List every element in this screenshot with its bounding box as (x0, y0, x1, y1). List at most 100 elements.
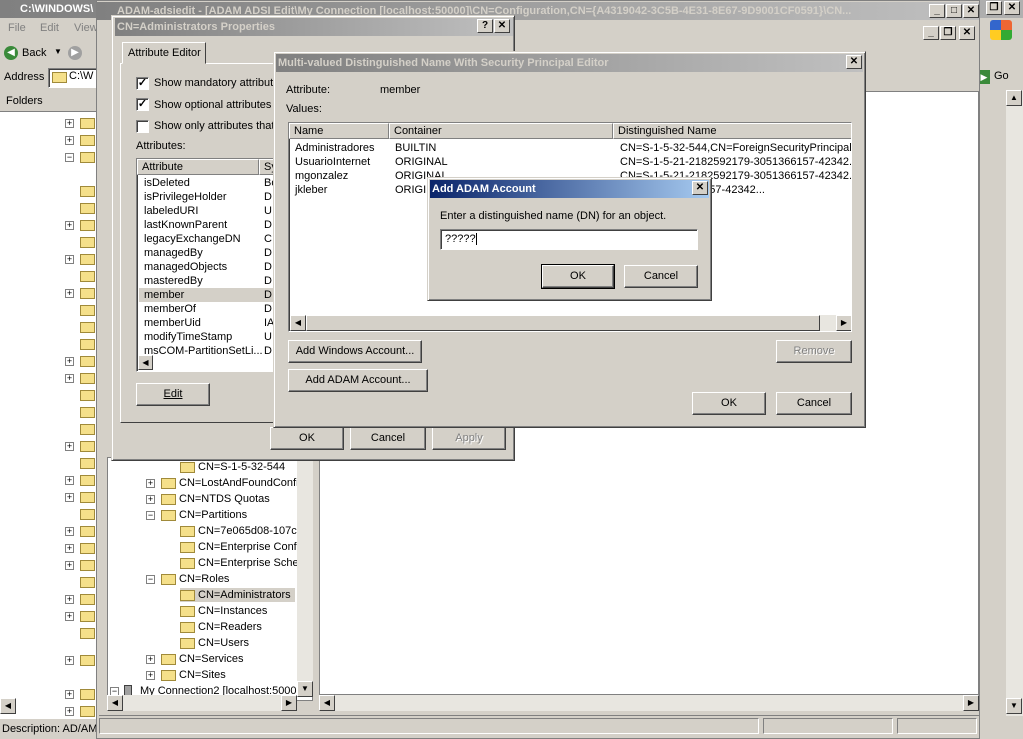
back-icon[interactable]: ◀ (4, 46, 18, 60)
adsiedit-maximize-button[interactable]: □ (946, 4, 962, 18)
expand-icon[interactable]: + (146, 671, 155, 680)
add-adam-account-button[interactable]: Add ADAM Account... (288, 369, 428, 392)
attr-row[interactable]: legacyExchangeDN C (144, 232, 281, 246)
scroll-right-arrow[interactable]: ▶ (836, 315, 851, 331)
properties-close-button[interactable]: ✕ (494, 19, 510, 33)
expand-icon[interactable]: + (65, 442, 74, 451)
child-close-button[interactable]: ✕ (959, 26, 975, 40)
edit-button[interactable]: Edit (136, 383, 210, 406)
expand-icon[interactable]: + (65, 476, 74, 485)
attr-row[interactable]: managedObjects D (144, 260, 281, 274)
attr-row[interactable]: masteredBy D (144, 274, 281, 288)
add-adam-close-button[interactable]: ✕ (692, 181, 708, 195)
details-hscrollbar[interactable]: ◀ ▶ (319, 695, 979, 711)
scroll-left-arrow[interactable]: ◀ (107, 695, 123, 711)
col-name[interactable]: Name (289, 123, 389, 139)
value-row[interactable]: UsuarioInternet ORIGINAL CN=S-1-5-21-21825… (295, 155, 851, 169)
tree-item[interactable]: CN=Sites (161, 668, 226, 682)
col-container[interactable]: Container (389, 123, 613, 139)
tree-item[interactable]: CN=S-1-5-32-544 (180, 460, 285, 474)
mv-cancel-button[interactable]: Cancel (776, 392, 852, 415)
expand-icon[interactable]: + (65, 527, 74, 536)
values-hscrollbar[interactable]: ◀ ▶ (290, 315, 851, 331)
expand-icon[interactable]: + (65, 357, 74, 366)
scroll-right-arrow[interactable]: ▶ (963, 695, 979, 711)
scroll-left-arrow[interactable]: ◀ (290, 315, 306, 331)
go-button[interactable]: ▶ Go (978, 67, 1018, 87)
attr-row[interactable]: msCOM-PartitionSetLi... D (144, 344, 281, 358)
adsiedit-minimize-button[interactable]: _ (929, 4, 945, 18)
remove-button[interactable]: Remove (776, 340, 852, 363)
expand-icon[interactable]: + (65, 595, 74, 604)
tree-item[interactable]: CN=Instances (180, 604, 267, 618)
menu-view[interactable]: View (74, 22, 98, 34)
attr-row[interactable]: managedBy D (144, 246, 281, 260)
col-attribute[interactable]: Attribute (137, 159, 259, 175)
col-dn[interactable]: Distinguished Name (613, 123, 851, 139)
show-mandatory-checkbox[interactable]: ✓ (136, 77, 149, 90)
tree-item[interactable]: CN=7e065d08-107c (180, 524, 297, 538)
expand-icon[interactable]: + (65, 136, 74, 145)
attr-row[interactable]: lastKnownParent D (144, 218, 281, 232)
child-restore-button[interactable]: ❐ (940, 26, 956, 40)
forward-icon[interactable]: ▶ (68, 46, 82, 60)
explorer-right-scrollbar[interactable]: ▲ ▼ (1006, 90, 1023, 716)
tree-item[interactable]: CN=Enterprise Sche (180, 556, 299, 570)
tree-item[interactable]: CN=Enterprise Conf (180, 540, 297, 554)
add-adam-cancel-button[interactable]: Cancel (624, 265, 698, 288)
tree-item[interactable]: CN=LostAndFoundConfi (161, 476, 299, 490)
show-optional-checkbox[interactable]: ✓ (136, 98, 149, 111)
expand-icon[interactable]: + (65, 255, 74, 264)
dn-input[interactable]: ????? (440, 229, 698, 250)
expand-icon[interactable]: + (65, 289, 74, 298)
expand-icon[interactable]: + (146, 655, 155, 664)
mv-close-button[interactable]: ✕ (846, 55, 862, 69)
folders-scroll-left[interactable]: ◀ (0, 698, 16, 714)
expand-icon[interactable]: + (65, 656, 74, 665)
back-button[interactable]: Back (22, 47, 46, 59)
attr-row[interactable]: isDeleted Bo (144, 176, 281, 190)
attr-row[interactable]: modifyTimeStamp U (144, 330, 281, 344)
tree-item[interactable]: CN=Services (161, 652, 244, 666)
expand-icon[interactable]: + (146, 495, 155, 504)
collapse-icon[interactable]: − (65, 153, 74, 162)
scroll-down-arrow[interactable]: ▼ (297, 681, 313, 697)
attr-row[interactable]: memberUid IA (144, 316, 281, 330)
tree-hscrollbar[interactable]: ◀ ▶ (107, 695, 297, 711)
back-dropdown-icon[interactable]: ▼ (54, 47, 62, 56)
explorer-close-button[interactable]: ✕ (1004, 1, 1020, 15)
explorer-restore-button[interactable]: ❐ (986, 1, 1002, 15)
expand-icon[interactable]: + (65, 119, 74, 128)
attr-scroll-left-arrow[interactable]: ◀ (138, 355, 153, 370)
properties-apply-button[interactable]: Apply (432, 427, 506, 450)
scroll-left-arrow[interactable]: ◀ (319, 695, 335, 711)
expand-icon[interactable]: + (65, 374, 74, 383)
expand-icon[interactable]: + (65, 221, 74, 230)
properties-cancel-button[interactable]: Cancel (350, 427, 426, 450)
scroll-thumb[interactable] (306, 315, 820, 331)
menu-file[interactable]: File (8, 22, 26, 34)
scroll-down-arrow[interactable]: ▼ (1006, 698, 1022, 714)
show-only-checkbox[interactable] (136, 120, 149, 133)
expand-icon[interactable]: + (65, 493, 74, 502)
tab-attribute-editor[interactable]: Attribute Editor (122, 42, 206, 64)
attr-row-selected[interactable]: member D (139, 288, 281, 302)
adsiedit-close-button[interactable]: ✕ (963, 4, 979, 18)
scroll-up-arrow[interactable]: ▲ (1006, 90, 1022, 106)
mv-ok-button[interactable]: OK (692, 392, 766, 415)
properties-help-button[interactable]: ? (477, 19, 493, 33)
attr-row[interactable]: memberOf D (144, 302, 281, 316)
expand-icon[interactable]: + (65, 561, 74, 570)
properties-ok-button[interactable]: OK (270, 427, 344, 450)
tree-vscrollbar[interactable]: ▼ (297, 457, 313, 697)
tree-item[interactable]: CN=Roles (161, 572, 229, 586)
expand-icon[interactable]: + (65, 544, 74, 553)
tree-item[interactable]: CN=NTDS Quotas (161, 492, 270, 506)
collapse-icon[interactable]: − (146, 575, 155, 584)
expand-icon[interactable]: + (65, 707, 74, 716)
attr-row[interactable]: isPrivilegeHolder D (144, 190, 281, 204)
collapse-icon[interactable]: − (146, 511, 155, 520)
expand-icon[interactable]: + (65, 612, 74, 621)
scroll-right-arrow[interactable]: ▶ (281, 695, 297, 711)
add-windows-account-button[interactable]: Add Windows Account... (288, 340, 422, 363)
